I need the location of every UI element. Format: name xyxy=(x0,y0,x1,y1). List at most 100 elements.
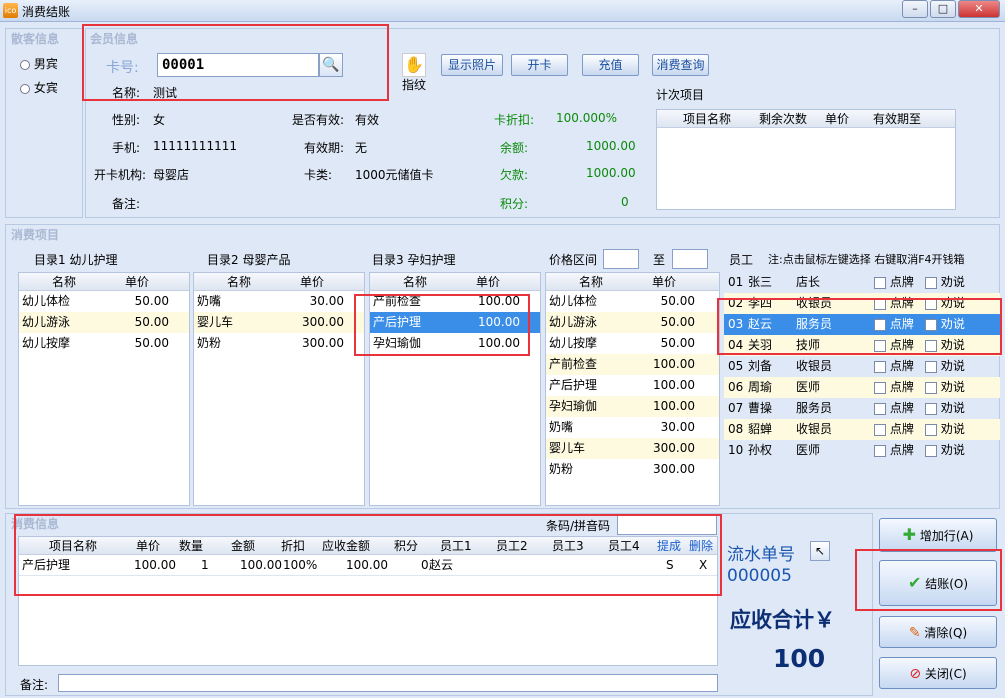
persuade-checkbox[interactable] xyxy=(925,360,937,373)
consume-query-button[interactable]: 消费查询 xyxy=(652,54,709,76)
staff-id: 10 xyxy=(728,443,744,457)
table-row[interactable]: 幼儿游泳 50.00 xyxy=(546,312,719,333)
table-row[interactable]: 婴儿车 300.00 xyxy=(546,438,719,459)
staff-row[interactable]: 08 貂蝉 收银员 点牌 劝说 xyxy=(724,419,1000,440)
staff-id: 07 xyxy=(728,401,744,415)
cursor-icon[interactable]: ↖ xyxy=(810,541,830,561)
balance-label: 余额: xyxy=(500,141,529,155)
col-header: 单价 xyxy=(300,275,325,289)
staff-row[interactable]: 01 张三 店长 点牌 劝说 xyxy=(724,272,1000,293)
org-value: 母婴店 xyxy=(153,168,190,182)
radio-male-label: 男宾 xyxy=(33,57,58,71)
radio-male[interactable]: 男宾 xyxy=(20,55,58,72)
price-max-input[interactable] xyxy=(672,249,708,269)
persuade-checkbox-label: 劝说 xyxy=(940,422,965,436)
table-row[interactable]: 奶粉 300.00 xyxy=(546,459,719,480)
plus-icon: ✚ xyxy=(902,525,916,544)
cell-name: 幼儿游泳 xyxy=(22,315,71,329)
title-bar: ico 消费结账 – □ ✕ xyxy=(0,0,1005,22)
cell-name: 幼儿体检 xyxy=(22,294,71,308)
table-row[interactable]: 奶粉 300.00 xyxy=(194,333,364,354)
card-checkbox[interactable] xyxy=(874,360,886,373)
card-checkbox-label: 点牌 xyxy=(889,359,914,373)
cell-price: 30.00 xyxy=(660,420,695,434)
close-button[interactable]: ⊘ 关闭(C) xyxy=(879,657,997,689)
add-row-button[interactable]: ✚ 增加行(A) xyxy=(879,518,997,552)
table-row[interactable]: 孕妇瑜伽 100.00 xyxy=(546,396,719,417)
cell-price: 100.00 xyxy=(653,399,695,413)
staff-role: 店长 xyxy=(796,275,821,289)
staff-row[interactable]: 06 周瑜 医师 点牌 劝说 xyxy=(724,377,1000,398)
cell-price: 50.00 xyxy=(134,336,169,350)
guest-panel: 散客信息 男宾 女宾 xyxy=(5,28,83,218)
staff-role: 服务员 xyxy=(796,401,833,415)
cell-name: 奶粉 xyxy=(197,336,222,350)
table-row[interactable]: 产后护理 100.00 xyxy=(546,375,719,396)
radio-female-label: 女宾 xyxy=(33,81,58,95)
persuade-checkbox[interactable] xyxy=(925,423,937,436)
card-checkbox[interactable] xyxy=(874,402,886,415)
staff-row[interactable]: 05 刘备 收银员 点牌 劝说 xyxy=(724,356,1000,377)
recharge-button[interactable]: 充值 xyxy=(582,54,639,76)
staff-row[interactable]: 10 孙权 医师 点牌 劝说 xyxy=(724,440,1000,461)
table-row[interactable]: 幼儿游泳 50.00 xyxy=(19,312,189,333)
table-row[interactable]: 幼儿体检 50.00 xyxy=(546,291,719,312)
persuade-checkbox[interactable] xyxy=(925,402,937,415)
cell-name: 奶粉 xyxy=(549,462,574,476)
phone-label: 手机: xyxy=(112,141,141,155)
table-row[interactable]: 奶嘴 30.00 xyxy=(546,417,719,438)
cat2-grid: 名称 单价 奶嘴 30.00 婴儿车 300.00 奶粉 300.00 xyxy=(193,272,365,506)
cell-price: 50.00 xyxy=(134,315,169,329)
close-icon: ⊘ xyxy=(909,666,922,682)
close-window-button[interactable]: ✕ xyxy=(958,0,1000,18)
card-checkbox[interactable] xyxy=(874,444,886,457)
cell-name: 奶嘴 xyxy=(197,294,222,308)
persuade-checkbox[interactable] xyxy=(925,276,937,289)
price-min-input[interactable] xyxy=(603,249,639,269)
cell-price: 300.00 xyxy=(653,441,695,455)
expire-value: 无 xyxy=(355,141,368,155)
table-row[interactable]: 幼儿体检 50.00 xyxy=(19,291,189,312)
phone-value: 11111111111 xyxy=(153,139,237,153)
window-title: 消费结账 xyxy=(22,5,71,19)
col-header: 单价 xyxy=(652,275,677,289)
cat1-title: 目录1 幼儿护理 xyxy=(34,253,118,267)
minimize-button[interactable]: – xyxy=(902,0,928,18)
cell-price: 50.00 xyxy=(660,315,695,329)
persuade-checkbox[interactable] xyxy=(925,444,937,457)
card-checkbox[interactable] xyxy=(874,423,886,436)
cell-name: 婴儿车 xyxy=(549,441,586,455)
persuade-checkbox-label: 劝说 xyxy=(940,275,965,289)
open-card-button[interactable]: 开卡 xyxy=(511,54,568,76)
highlight-staff xyxy=(717,298,1002,355)
show-photo-button[interactable]: 显示照片 xyxy=(441,54,503,76)
table-row[interactable]: 奶嘴 30.00 xyxy=(194,291,364,312)
card-checkbox-label: 点牌 xyxy=(889,380,914,394)
card-checkbox[interactable] xyxy=(874,381,886,394)
table-row[interactable]: 婴儿车 300.00 xyxy=(194,312,364,333)
clear-button[interactable]: ✎ 清除(Q) xyxy=(879,616,997,648)
cell-price: 300.00 xyxy=(653,462,695,476)
card-checkbox-label: 点牌 xyxy=(889,443,914,457)
cat2-title: 目录2 母婴产品 xyxy=(207,253,291,267)
expire-label: 有效期: xyxy=(304,141,345,155)
price-range-grid: 名称 单价 幼儿体检 50.00 幼儿游泳 50.00 幼儿按摩 50.00 产前检查… xyxy=(545,272,720,506)
maximize-button[interactable]: □ xyxy=(930,0,956,18)
remark-label: 备注: xyxy=(112,197,141,211)
persuade-checkbox[interactable] xyxy=(925,381,937,394)
table-row[interactable]: 幼儿按摩 50.00 xyxy=(546,333,719,354)
discount-value: 100.000% xyxy=(556,111,618,125)
bottom-remark-input[interactable] xyxy=(58,674,718,692)
col-header: 剩余次数 xyxy=(759,112,808,126)
staff-row[interactable]: 07 曹操 服务员 点牌 劝说 xyxy=(724,398,1000,419)
cell-name: 产前检查 xyxy=(549,357,598,371)
table-row[interactable]: 产前检查 100.00 xyxy=(546,354,719,375)
guest-section-title: 散客信息 xyxy=(11,32,60,46)
hand-icon[interactable]: ✋ xyxy=(402,53,426,77)
staff-name: 貂蝉 xyxy=(748,422,773,436)
cell-name: 幼儿按摩 xyxy=(22,336,71,350)
radio-female[interactable]: 女宾 xyxy=(20,79,58,96)
card-checkbox-label: 点牌 xyxy=(889,401,914,415)
table-row[interactable]: 幼儿按摩 50.00 xyxy=(19,333,189,354)
card-checkbox[interactable] xyxy=(874,276,886,289)
